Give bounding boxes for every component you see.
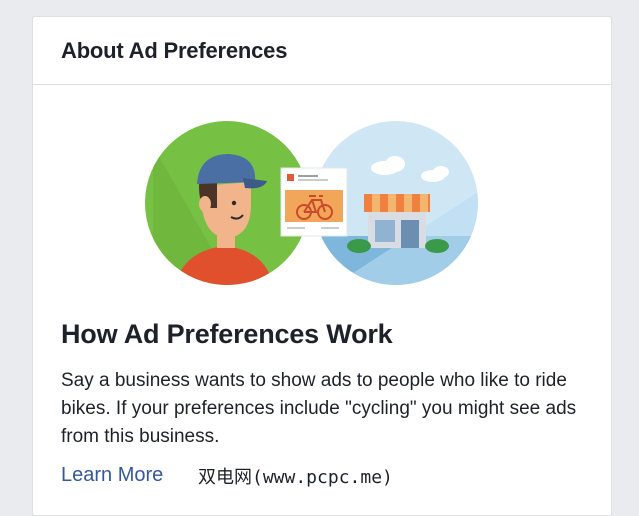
learn-more-link[interactable]: Learn More [61, 464, 163, 487]
ad-card-icon [280, 167, 348, 237]
card-header: About Ad Preferences [33, 17, 611, 85]
ad-preferences-card: About Ad Preferences How Ad Preferences … [32, 16, 612, 516]
watermark-text: 双电网(www.pcpc.me) [198, 467, 393, 488]
illustration-svg [145, 121, 478, 285]
ad-preferences-illustration [33, 86, 613, 306]
storefront-icon [364, 194, 430, 248]
section-heading: How Ad Preferences Work [61, 319, 393, 349]
section-description: Say a business wants to show ads to peop… [61, 370, 577, 447]
card-title: About Ad Preferences [61, 37, 288, 63]
